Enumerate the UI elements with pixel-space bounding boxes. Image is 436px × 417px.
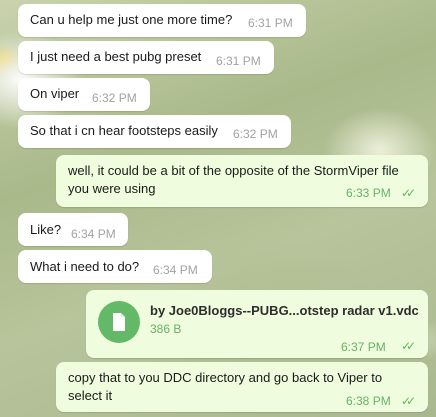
- double-check-icon: ✓✓: [401, 394, 416, 408]
- message-incoming[interactable]: So that i cn hear footsteps easily 6:32 …: [18, 115, 291, 148]
- message-text: I just need a best pubg preset: [30, 49, 202, 64]
- double-check-icon: ✓✓: [401, 186, 416, 200]
- message-incoming[interactable]: On viper 6:32 PM: [18, 78, 150, 111]
- message-text: Like?: [30, 222, 62, 237]
- message-outgoing[interactable]: well, it could be a bit of the opposite …: [56, 155, 428, 207]
- message-outgoing[interactable]: copy that to you DDC directory and go ba…: [56, 362, 428, 412]
- message-time: 6:37 PM: [341, 340, 386, 354]
- file-icon[interactable]: [98, 301, 140, 343]
- message-time: 6:31 PM: [248, 16, 293, 30]
- message-time: 6:34 PM: [71, 227, 116, 241]
- message-time: 6:38 PM: [346, 394, 391, 408]
- message-incoming[interactable]: I just need a best pubg preset 6:31 PM: [18, 41, 274, 74]
- message-text: Can u help me just one more time?: [30, 12, 233, 27]
- double-check-icon: ✓✓: [401, 339, 416, 353]
- message-time: 6:32 PM: [92, 91, 137, 105]
- file-size: 386 B: [150, 322, 182, 336]
- message-incoming[interactable]: Like? 6:34 PM: [18, 213, 128, 246]
- message-time: 6:32 PM: [233, 127, 278, 141]
- message-time: 6:34 PM: [153, 263, 198, 277]
- message-incoming[interactable]: What i need to do? 6:34 PM: [18, 250, 212, 283]
- message-text: On viper: [30, 86, 80, 101]
- message-time: 6:33 PM: [346, 186, 391, 200]
- message-text: What i need to do?: [30, 259, 140, 274]
- message-incoming[interactable]: Can u help me just one more time? 6:31 P…: [18, 4, 306, 37]
- message-text: So that i cn hear footsteps easily: [30, 123, 218, 138]
- message-time: 6:31 PM: [216, 54, 261, 68]
- file-message[interactable]: by Joe0Bloggs--PUBG...otstep radar v1.vd…: [86, 290, 428, 358]
- file-name: by Joe0Bloggs--PUBG...otstep radar v1.vd…: [150, 303, 419, 318]
